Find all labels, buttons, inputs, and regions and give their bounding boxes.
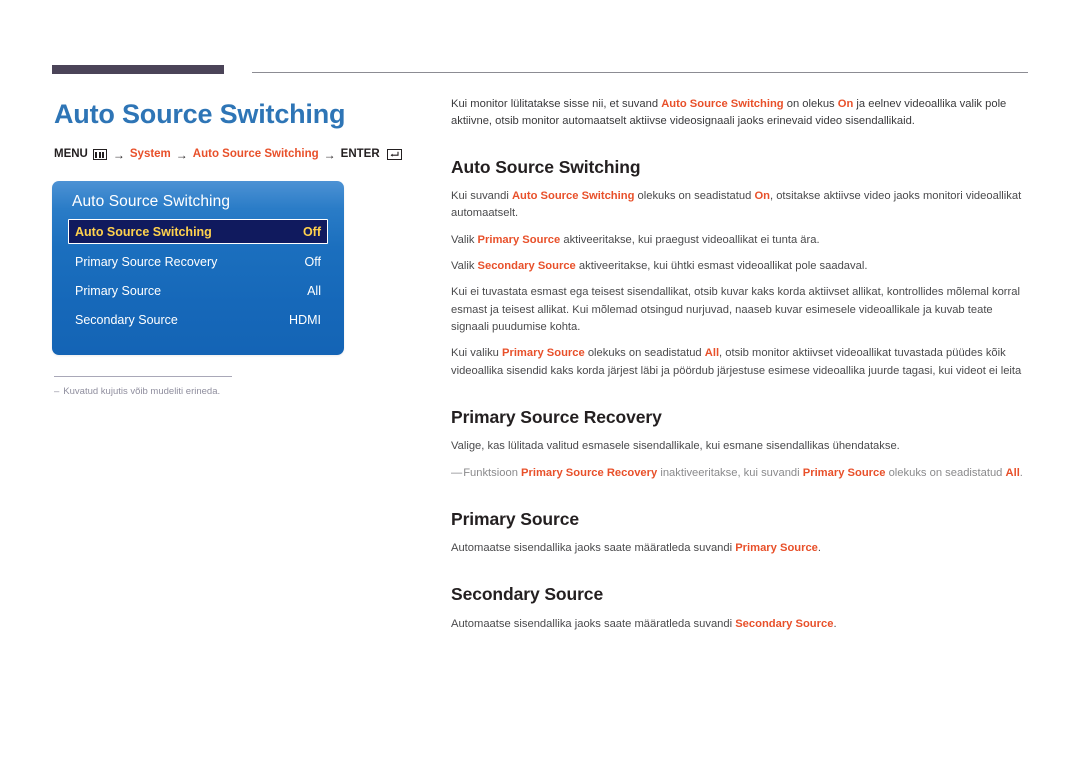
psr-note-text-3: olekuks on seadistatud xyxy=(885,466,1006,479)
ass-paragraph-4: Kui ei tuvastata esmast ega teisest sise… xyxy=(451,284,1028,336)
left-footnote-block: – Kuvatud kujutis võib mudeliti erineda. xyxy=(54,375,240,398)
ass-paragraph-1: Kui suvandi Auto Source Switching olekuk… xyxy=(451,188,1028,223)
ss-text-1: Automaatse sisendallika jaoks saate määr… xyxy=(451,617,736,630)
breadcrumb-enter-label: ENTER xyxy=(340,147,380,160)
ass-p1-highlight-2: On xyxy=(754,189,770,202)
osd-row-label: Secondary Source xyxy=(75,312,178,327)
ass-p3-text-1: Valik xyxy=(451,259,478,272)
osd-row-primary-source[interactable]: Primary Source All xyxy=(68,279,328,302)
right-column: Kui monitor lülitatakse sisse nii, et su… xyxy=(451,96,1028,633)
psr-note-highlight-3: All xyxy=(1005,466,1020,479)
ps-paragraph: Automaatse sisendallika jaoks saate määr… xyxy=(451,540,1028,557)
psr-paragraph: Valige, kas lülitada valitud esmasele si… xyxy=(451,440,900,453)
ass-p1-highlight-1: Auto Source Switching xyxy=(511,189,635,202)
intro-paragraph: Kui monitor lülitatakse sisse nii, et su… xyxy=(451,96,1028,131)
section-heading-secondary-source: Secondary Source xyxy=(451,584,604,605)
ass-p1-text-1: Kui suvandi xyxy=(451,189,512,202)
section-heading-primary-source-recovery: Primary Source Recovery xyxy=(451,407,662,428)
section-primary-source-recovery: Primary Source Recovery Valige, kas lüli… xyxy=(451,407,1028,482)
breadcrumb-arrow-3: → xyxy=(323,147,336,162)
psr-note-dash: — xyxy=(451,466,462,479)
intro-text-2: on olekus xyxy=(783,98,838,110)
osd-row-label: Primary Source Recovery xyxy=(75,254,218,269)
page-title: Auto Source Switching xyxy=(54,99,346,129)
psr-note-text-1: Funktsioon xyxy=(463,466,522,479)
footnote-text: Kuvatud kujutis võib mudeliti erineda. xyxy=(63,385,221,397)
ps-text-2: . xyxy=(817,542,822,555)
osd-menu-title: Auto Source Switching xyxy=(72,192,231,210)
ass-paragraph-5: Kui valiku Primary Source olekuks on sea… xyxy=(451,345,1028,380)
breadcrumb-arrow-1: → xyxy=(112,147,125,162)
breadcrumb-step-system: System xyxy=(129,147,171,160)
footnote-divider xyxy=(54,375,232,377)
manual-page: Auto Source Switching MENU → System → Au… xyxy=(0,0,1080,763)
intro-highlight-2: On xyxy=(837,98,854,110)
left-footnote: – Kuvatud kujutis võib mudeliti erineda. xyxy=(54,386,240,398)
osd-row-label: Primary Source xyxy=(75,283,162,298)
intro-highlight-1: Auto Source Switching xyxy=(661,98,784,110)
ass-paragraph-3: Valik Secondary Source aktiveeritakse, k… xyxy=(451,258,1028,275)
ass-p3-highlight-1: Secondary Source xyxy=(477,259,576,272)
section-heading-auto-source-switching: Auto Source Switching xyxy=(451,156,641,177)
breadcrumb-arrow-2: → xyxy=(175,147,188,162)
osd-menu-panel: Auto Source Switching Auto Source Switch… xyxy=(52,180,344,355)
header-thick-rule xyxy=(52,65,224,74)
psr-note-text-2: inaktiveeritakse, kui suvandi xyxy=(657,466,803,479)
ass-p5-highlight-2: All xyxy=(704,347,720,360)
breadcrumb-step-auto-source-switching: Auto Source Switching xyxy=(192,147,319,160)
ss-paragraph: Automaatse sisendallika jaoks saate määr… xyxy=(451,616,1028,633)
ps-text-1: Automaatse sisendallika jaoks saate määr… xyxy=(451,542,736,555)
section-secondary-source: Secondary Source Automaatse sisendallika… xyxy=(451,584,1028,632)
section-heading-primary-source: Primary Source xyxy=(451,508,579,529)
osd-row-primary-source-recovery[interactable]: Primary Source Recovery Off xyxy=(68,250,328,273)
left-column: Auto Source Switching MENU → System → Au… xyxy=(52,96,412,398)
osd-row-value: Off xyxy=(304,254,321,269)
osd-row-auto-source-switching[interactable]: Auto Source Switching Off xyxy=(68,219,328,245)
intro-text-1: Kui monitor lülitatakse sisse nii, et su… xyxy=(451,98,662,110)
ass-p1-text-2: olekuks on seadistatud xyxy=(634,189,755,202)
psr-note-highlight-1: Primary Source Recovery xyxy=(521,466,658,479)
psr-note-highlight-2: Primary Source xyxy=(802,466,886,479)
ass-p2-text-1: Valik xyxy=(451,233,478,246)
ss-highlight-1: Secondary Source xyxy=(735,617,834,630)
menu-grid-icon xyxy=(92,149,107,161)
ass-p2-text-2: aktiveeritakse, kui praegust videoallika… xyxy=(560,233,820,246)
header-thin-rule xyxy=(252,72,1028,73)
breadcrumb: MENU → System → Auto Source Switching → … xyxy=(54,147,412,162)
header-rules xyxy=(52,65,1028,77)
ass-paragraph-2: Valik Primary Source aktiveeritakse, kui… xyxy=(451,232,1028,249)
footnote-dash: – xyxy=(54,385,60,397)
osd-menu-list: Auto Source Switching Off Primary Source… xyxy=(68,219,328,331)
psr-note-text-4: . xyxy=(1019,466,1023,479)
osd-row-label: Auto Source Switching xyxy=(75,224,212,239)
osd-row-value: All xyxy=(307,283,321,298)
ass-p5-highlight-1: Primary Source xyxy=(502,347,585,360)
section-auto-source-switching: Auto Source Switching Kui suvandi Auto S… xyxy=(451,157,1028,380)
ss-text-2: . xyxy=(833,617,837,630)
psr-note: — Funktsioon Primary Source Recovery inak… xyxy=(451,465,1028,482)
ass-p5-text-1: Kui valiku xyxy=(451,347,502,360)
breadcrumb-menu-label: MENU xyxy=(54,147,88,160)
osd-row-secondary-source[interactable]: Secondary Source HDMI xyxy=(68,308,328,331)
ass-p3-text-2: aktiveeritakse, kui ühtki esmast videoal… xyxy=(575,259,868,272)
osd-row-value: Off xyxy=(302,224,321,239)
osd-row-value: HDMI xyxy=(289,312,321,327)
section-primary-source: Primary Source Automaatse sisendallika j… xyxy=(451,509,1028,557)
enter-return-icon xyxy=(386,149,402,161)
ass-p2-highlight-1: Primary Source xyxy=(477,233,561,246)
ass-p5-text-2: olekuks on seadistatud xyxy=(584,347,705,360)
ps-highlight-1: Primary Source xyxy=(735,542,818,555)
ass-p4-text-1: Kui ei tuvastata esmast ega teisest sise… xyxy=(451,286,1020,333)
